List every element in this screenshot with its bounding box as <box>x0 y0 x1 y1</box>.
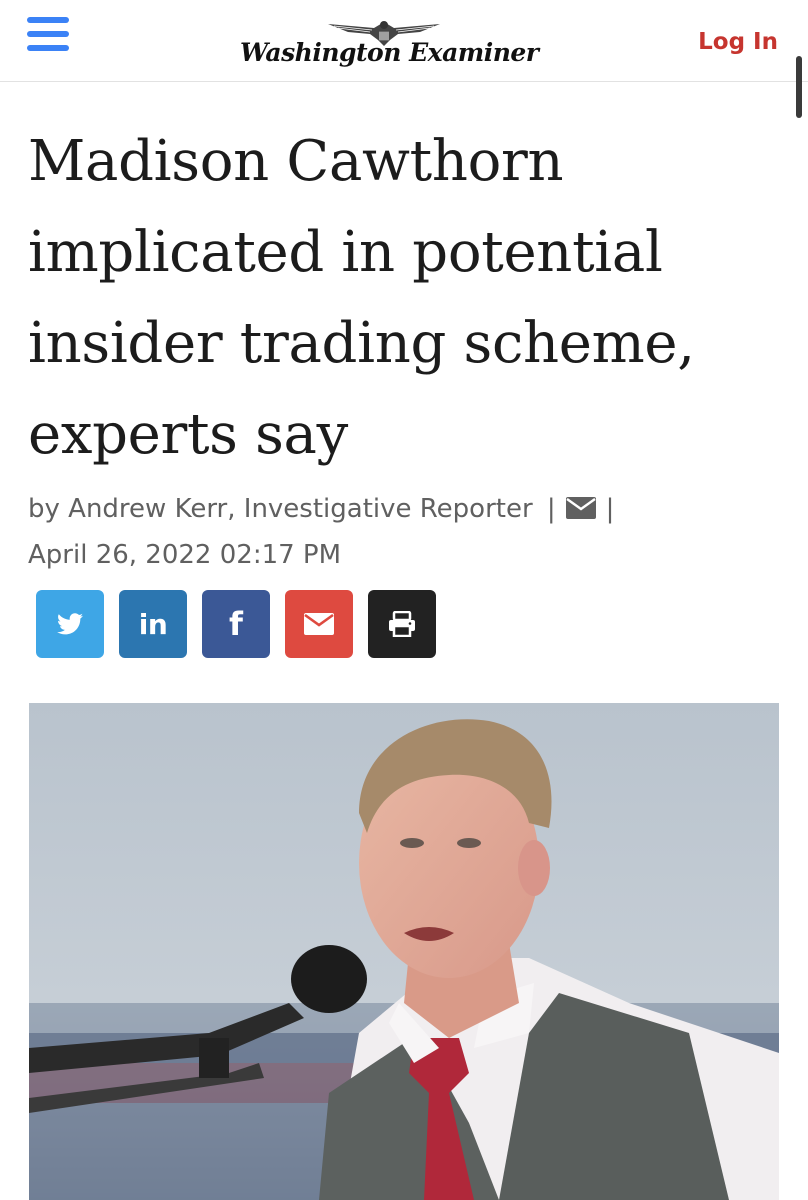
share-facebook-button[interactable]: f <box>202 590 270 658</box>
share-email-button[interactable] <box>285 590 353 658</box>
hamburger-menu-icon[interactable] <box>27 17 69 53</box>
byline-separator: | <box>605 494 615 524</box>
byline-separator: | <box>546 494 556 524</box>
site-header: Washington Examiner Log In <box>0 0 808 82</box>
byline: by Andrew Kerr, Investigative Reporter |… <box>28 486 768 578</box>
byline-author[interactable]: by Andrew Kerr, Investigative Reporter <box>28 494 533 524</box>
publish-date: April 26, 2022 02:17 PM <box>28 540 342 570</box>
article-photo[interactable] <box>29 703 779 1200</box>
share-linkedin-button[interactable]: in <box>119 590 187 658</box>
page-scrollbar[interactable] <box>796 56 802 118</box>
linkedin-icon: in <box>138 607 168 641</box>
email-icon <box>304 613 334 635</box>
site-logo[interactable]: Washington Examiner <box>240 18 539 67</box>
share-print-button[interactable] <box>368 590 436 658</box>
logo-wordmark: Washington Examiner <box>240 38 539 67</box>
article-photo-illustration <box>29 703 779 1200</box>
share-twitter-button[interactable] <box>36 590 104 658</box>
envelope-icon[interactable] <box>565 497 596 519</box>
print-icon <box>389 611 415 637</box>
article-headline: Madison Cawthorn implicated in potential… <box>28 129 695 467</box>
twitter-icon <box>57 613 83 635</box>
login-link[interactable]: Log In <box>698 29 778 55</box>
facebook-icon: f <box>229 605 243 643</box>
